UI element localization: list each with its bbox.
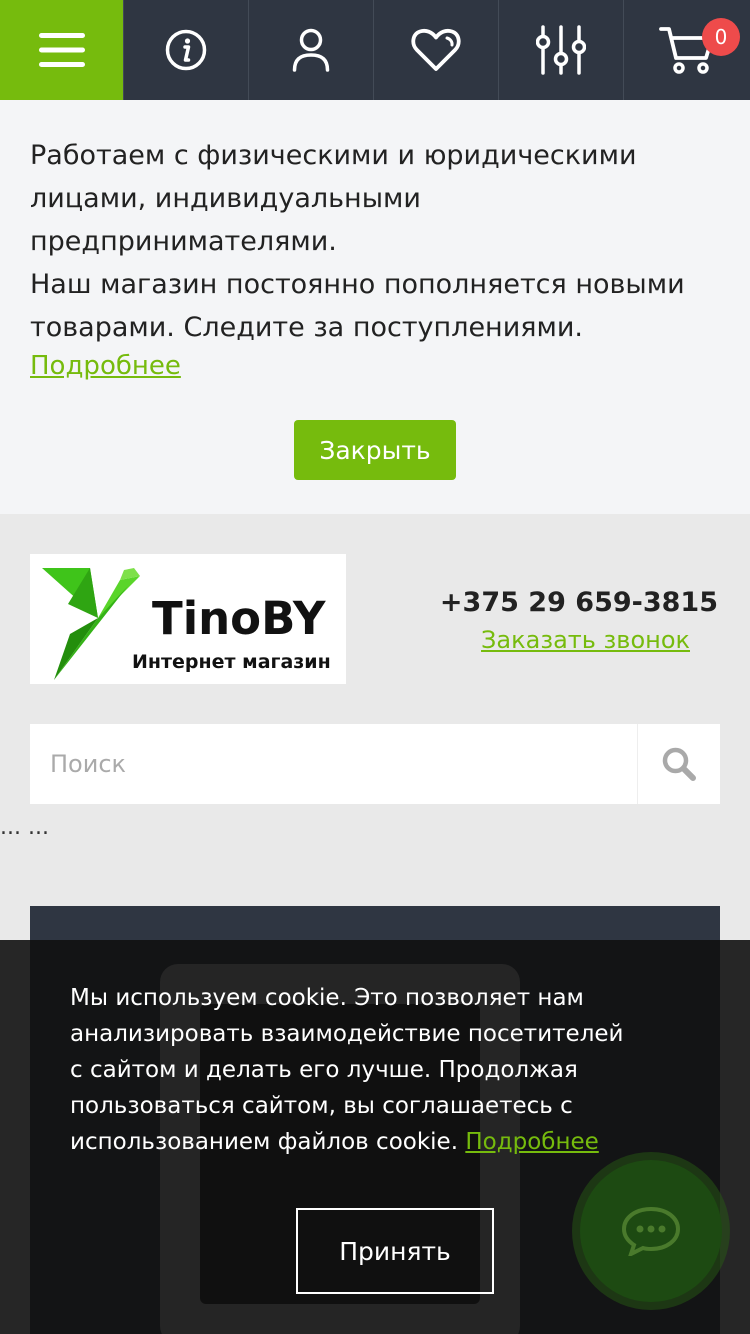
cart-count-badge: 0 — [702, 18, 740, 56]
search-input[interactable] — [30, 724, 637, 804]
logo-subtitle: Интернет магазин — [132, 651, 331, 673]
breadcrumb: ... ... — [0, 815, 49, 840]
search-button[interactable] — [637, 724, 720, 804]
cookie-text: Мы используем cookie. Это позволяет нам … — [70, 980, 630, 1160]
info-paragraph-2: Наш магазин постоянно пополняется новыми… — [30, 269, 685, 343]
logo-brand-text: TinoBY — [152, 592, 326, 645]
chat-bubble-icon — [621, 1206, 681, 1256]
top-navigation-bar: 0 — [0, 0, 750, 100]
search-bar — [30, 724, 720, 804]
info-text: Работаем с физическими и юридическими ли… — [30, 134, 710, 349]
menu-button[interactable] — [0, 0, 124, 100]
cookie-more-link[interactable]: Подробнее — [465, 1129, 598, 1155]
info-paragraph-1: Работаем с физическими и юридическими ли… — [30, 140, 637, 257]
heart-icon — [411, 28, 461, 71]
search-icon — [662, 747, 696, 781]
site-logo[interactable]: TinoBY Интернет магазин — [30, 554, 346, 684]
hamburger-icon — [38, 33, 85, 67]
favorites-button[interactable] — [374, 0, 499, 100]
sliders-icon — [536, 25, 586, 75]
accept-cookie-button[interactable]: Принять — [296, 1208, 494, 1294]
account-button[interactable] — [249, 0, 374, 100]
info-more-link[interactable]: Подробнее — [30, 351, 181, 381]
callback-link[interactable]: Заказать звонок — [481, 626, 690, 654]
info-panel: Работаем с физическими и юридическими ли… — [0, 100, 750, 514]
user-icon — [292, 28, 330, 72]
close-button[interactable]: Закрыть — [294, 420, 456, 480]
chat-button[interactable] — [580, 1160, 722, 1302]
cart-button[interactable]: 0 — [624, 0, 749, 100]
info-icon — [165, 29, 207, 71]
phone-number[interactable]: +375 29 659-3815 — [440, 587, 718, 618]
info-button[interactable] — [124, 0, 249, 100]
compare-button[interactable] — [499, 0, 624, 100]
